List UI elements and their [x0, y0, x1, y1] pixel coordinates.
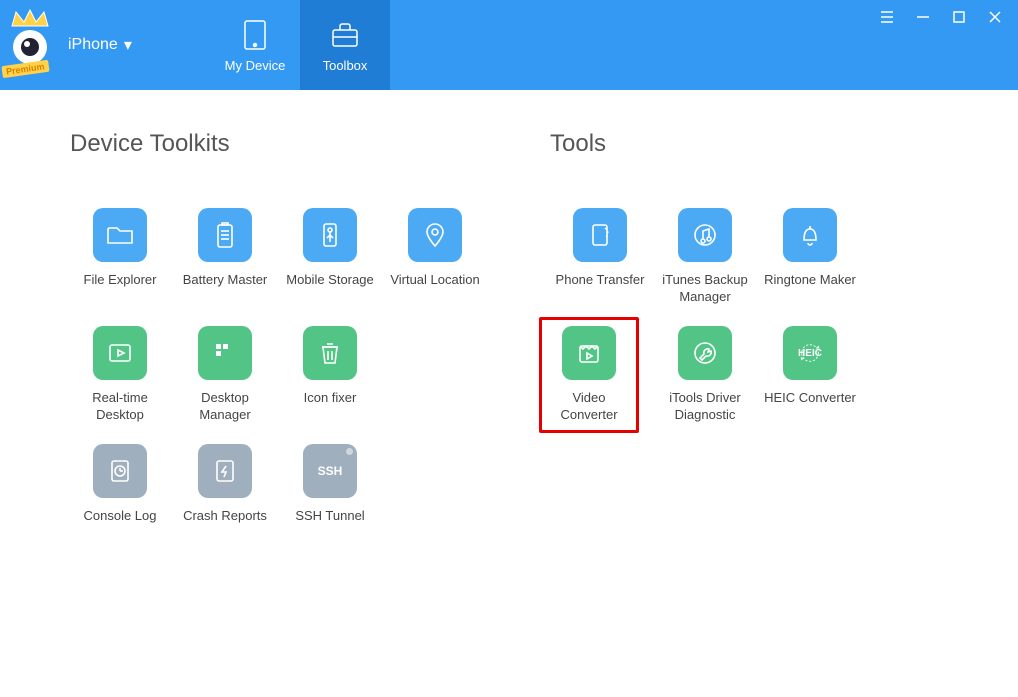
minimize-button[interactable]: [914, 8, 932, 26]
tool-label: Virtual Location: [390, 272, 479, 306]
wrench-icon: [678, 326, 732, 380]
tool-label: Console Log: [84, 508, 157, 542]
tool-label: Battery Master: [183, 272, 268, 306]
folder-icon: [93, 208, 147, 262]
tool-itunes-backup[interactable]: iTunes Backup Manager: [655, 208, 755, 306]
tool-label: File Explorer: [84, 272, 157, 306]
device-toolkits-section: Device Toolkits File Explorer Battery Ma…: [70, 130, 490, 542]
premium-badge: Premium: [1, 59, 49, 77]
tool-label: SSH Tunnel: [295, 508, 364, 542]
toolkits-grid: File Explorer Battery Master Mobile Stor…: [70, 208, 490, 542]
tool-ssh-tunnel[interactable]: SSH SSH Tunnel: [280, 444, 380, 542]
app-header: Premium iPhone ▾ My Device Toolbox: [0, 0, 1018, 90]
video-icon: [562, 326, 616, 380]
tool-driver-diagnostic[interactable]: iTools Driver Diagnostic: [655, 326, 755, 424]
play-icon: [93, 326, 147, 380]
music-note-icon: [678, 208, 732, 262]
nav-tabs: My Device Toolbox: [210, 0, 390, 90]
toolbox-icon: [328, 18, 362, 52]
tools-grid: Phone Transfer iTunes Backup Manager Rin…: [550, 208, 890, 424]
ssh-icon: SSH: [303, 444, 357, 498]
tool-label: Real-time Desktop: [70, 390, 170, 424]
tool-label: Crash Reports: [183, 508, 267, 542]
trash-icon: [303, 326, 357, 380]
bell-icon: [783, 208, 837, 262]
tool-icon-fixer[interactable]: Icon fixer: [280, 326, 380, 424]
chevron-down-icon: ▾: [124, 35, 132, 55]
tool-label: iTunes Backup Manager: [655, 272, 755, 306]
tool-virtual-location[interactable]: Virtual Location: [385, 208, 485, 306]
nav-my-device[interactable]: My Device: [210, 0, 300, 90]
maximize-button[interactable]: [950, 8, 968, 26]
tool-desktop-manager[interactable]: Desktop Manager: [175, 326, 275, 424]
phone-transfer-icon: [573, 208, 627, 262]
tool-ringtone-maker[interactable]: Ringtone Maker: [760, 208, 860, 306]
clock-file-icon: [93, 444, 147, 498]
tool-label: Icon fixer: [304, 390, 357, 424]
window-controls: [878, 8, 1004, 26]
battery-icon: [198, 208, 252, 262]
main-content: Device Toolkits File Explorer Battery Ma…: [0, 90, 1018, 562]
tool-label: Mobile Storage: [286, 272, 373, 306]
tool-battery-master[interactable]: Battery Master: [175, 208, 275, 306]
device-selector[interactable]: iPhone ▾: [68, 35, 132, 55]
tool-label: Ringtone Maker: [764, 272, 856, 306]
tool-file-explorer[interactable]: File Explorer: [70, 208, 170, 306]
crown-icon: [10, 8, 50, 30]
nav-toolbox[interactable]: Toolbox: [300, 0, 390, 90]
section-title-toolkits: Device Toolkits: [70, 130, 490, 158]
tool-label: HEIC Converter: [764, 390, 856, 424]
close-button[interactable]: [986, 8, 1004, 26]
tool-label: iTools Driver Diagnostic: [655, 390, 755, 424]
tool-heic-converter[interactable]: HEIC HEIC Converter: [760, 326, 860, 424]
section-title-tools: Tools: [550, 130, 890, 158]
nav-label: My Device: [225, 58, 286, 73]
tools-section: Tools Phone Transfer iTunes Backup Manag…: [550, 130, 890, 542]
tool-label: Desktop Manager: [175, 390, 275, 424]
tool-label: Video Converter: [550, 390, 628, 424]
grid-icon: [198, 326, 252, 380]
heic-icon: HEIC: [783, 326, 837, 380]
menu-icon[interactable]: [878, 8, 896, 26]
tool-realtime-desktop[interactable]: Real-time Desktop: [70, 326, 170, 424]
app-logo: Premium: [5, 18, 60, 73]
lightning-file-icon: [198, 444, 252, 498]
tool-console-log[interactable]: Console Log: [70, 444, 170, 542]
tool-mobile-storage[interactable]: Mobile Storage: [280, 208, 380, 306]
usb-icon: [303, 208, 357, 262]
device-label: iPhone: [68, 36, 118, 54]
tool-crash-reports[interactable]: Crash Reports: [175, 444, 275, 542]
nav-label: Toolbox: [323, 58, 368, 73]
tool-video-converter[interactable]: Video Converter: [539, 317, 639, 433]
tablet-icon: [238, 18, 272, 52]
logo-area: Premium iPhone ▾: [0, 0, 210, 90]
tool-phone-transfer[interactable]: Phone Transfer: [550, 208, 650, 306]
location-pin-icon: [408, 208, 462, 262]
tool-label: Phone Transfer: [556, 272, 645, 306]
